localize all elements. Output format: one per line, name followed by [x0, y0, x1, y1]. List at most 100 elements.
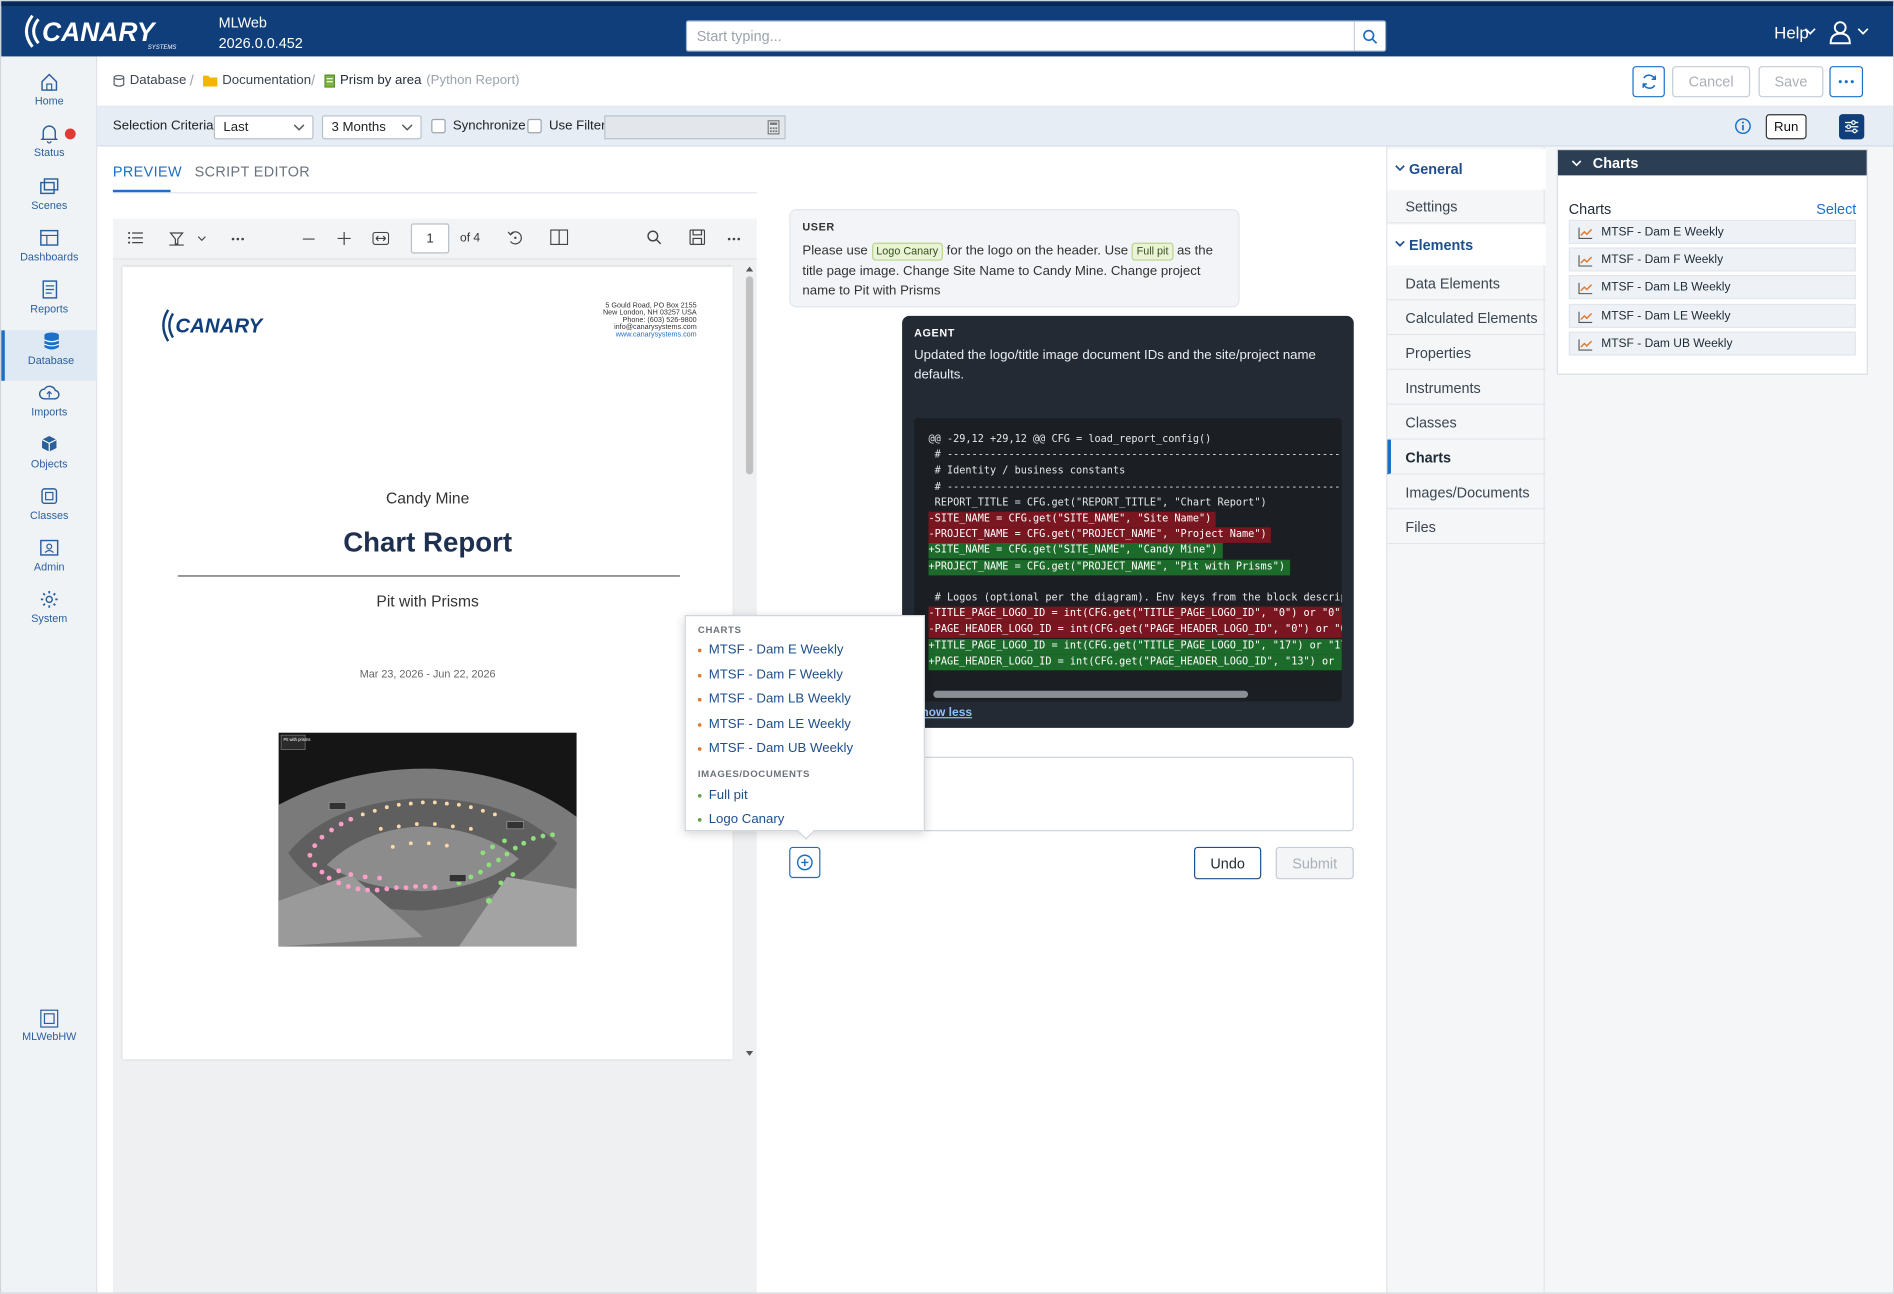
report-address: 5 Gould Road, PO Box 2155 New London, NH… [602, 302, 697, 339]
more-options-button[interactable] [1829, 66, 1864, 98]
cancel-button[interactable]: Cancel [1672, 66, 1751, 98]
popup-chart-item[interactable]: MTSF - Dam LE Weekly [697, 717, 851, 732]
chart-list-item[interactable]: MTSF - Dam F Weekly [1568, 247, 1856, 272]
reference-popup: CHARTS MTSF - Dam E Weekly MTSF - Dam F … [684, 615, 925, 832]
chevron-down-icon [401, 124, 413, 131]
criteria-mode-select[interactable]: Last [213, 115, 314, 140]
popup-chart-item[interactable]: MTSF - Dam E Weekly [697, 643, 844, 657]
search-button[interactable] [1353, 21, 1385, 51]
code-diff[interactable]: @@ -29,12 +29,12 @@ CFG = load_report_co… [914, 418, 1342, 702]
panel-item-properties[interactable]: Properties [1387, 335, 1546, 370]
synchronize-label: Synchronize [452, 118, 526, 134]
rotate-icon[interactable] [507, 229, 524, 246]
nav-item-system[interactable]: System [1, 589, 97, 639]
page-number-input[interactable]: 1 [410, 223, 450, 254]
code-scrollbar[interactable] [933, 690, 1249, 698]
submit-button[interactable]: Submit [1275, 846, 1354, 880]
search-input[interactable] [687, 21, 1355, 51]
chart-list-item[interactable]: MTSF - Dam LE Weekly [1568, 303, 1856, 328]
nav-item-database[interactable]: Database [1, 330, 98, 381]
nav-label: Reports [30, 302, 69, 315]
outline-icon[interactable] [127, 229, 144, 246]
nav-item-admin[interactable]: Admin [1, 537, 97, 587]
report-logo: CANARY [159, 305, 298, 352]
panel-item-images-documents[interactable]: Images/Documents [1387, 474, 1546, 510]
select-link[interactable]: Select [1816, 201, 1856, 218]
code-line: REPORT_TITLE = CFG.get("REPORT_TITLE", "… [928, 497, 1267, 510]
popup-chart-item[interactable]: MTSF - Dam F Weekly [697, 668, 843, 682]
preview-pane: PREVIEW SCRIPT EDITOR 1 of 4 CANARY 5 Go… [97, 146, 758, 1293]
info-icon[interactable] [1735, 118, 1752, 135]
popup-chart-item[interactable]: MTSF - Dam LB Weekly [697, 692, 851, 706]
chevron-down-icon[interactable] [1857, 28, 1869, 36]
save-button[interactable]: Save [1758, 66, 1824, 98]
popup-chart-item[interactable]: MTSF - Dam UB Weekly [697, 741, 853, 756]
breadcrumb-documentation[interactable]: Documentation [203, 73, 311, 88]
zoom-in-icon[interactable] [337, 231, 351, 246]
chart-list-item[interactable]: MTSF - Dam E Weekly [1568, 219, 1856, 244]
nav-item-home[interactable]: Home [1, 71, 97, 121]
more-horizontal-icon[interactable] [727, 237, 741, 242]
chart-list-item[interactable]: MTSF - Dam UB Weekly [1568, 331, 1856, 356]
status-alert-badge [64, 128, 76, 140]
nav-item-scenes[interactable]: Scenes [1, 175, 97, 225]
undo-button[interactable]: Undo [1193, 846, 1262, 880]
page-view-icon[interactable] [550, 229, 569, 246]
user-message: USER Please use Logo Canary for the logo… [789, 209, 1240, 308]
tag-full-pit[interactable]: Full pit [1131, 242, 1174, 261]
nav-item-objects[interactable]: Objects [1, 434, 97, 484]
nav-label: Imports [31, 406, 68, 419]
refresh-button[interactable] [1632, 66, 1665, 98]
panel-item-files[interactable]: Files [1387, 509, 1546, 545]
run-button[interactable]: Run [1765, 114, 1807, 140]
use-filter-checkbox[interactable] [527, 118, 542, 134]
pdf-viewer[interactable]: CANARY 5 Gould Road, PO Box 2155 New Lon… [112, 259, 757, 1293]
insert-reference-button[interactable] [789, 846, 821, 879]
panel-item-charts[interactable]: Charts [1387, 439, 1546, 475]
chevron-down-icon[interactable] [1804, 28, 1816, 36]
breadcrumb-database[interactable]: Database [113, 73, 186, 88]
panel-item-settings[interactable]: Settings [1387, 189, 1546, 224]
zoom-out-icon[interactable] [302, 238, 315, 240]
highlight-icon[interactable] [168, 229, 185, 246]
section-elements[interactable]: Elements [1387, 224, 1546, 266]
nav-item-dashboards[interactable]: Dashboards [1, 227, 97, 277]
user-icon[interactable] [1829, 20, 1851, 45]
popup-image-item[interactable]: Logo Canary [697, 812, 784, 826]
tag-logo-canary[interactable]: Logo Canary [871, 242, 943, 261]
report-title: Chart Report [343, 526, 513, 558]
chart-list-item[interactable]: MTSF - Dam LB Weekly [1568, 275, 1856, 300]
nav-item-reports[interactable]: Reports [1, 279, 97, 329]
nav-item-mlwebhw[interactable]: MLWebHW [1, 1009, 97, 1059]
settings-toggle-button[interactable] [1839, 114, 1865, 140]
nav-item-imports[interactable]: Imports [1, 382, 97, 432]
nav-label: Database [27, 354, 75, 367]
calculator-icon[interactable] [767, 120, 780, 135]
criteria-period-select[interactable]: 3 Months [321, 115, 422, 140]
panel-item-calculated-elements[interactable]: Calculated Elements [1387, 300, 1546, 336]
tab-preview[interactable]: PREVIEW [113, 163, 182, 180]
breadcrumb-report[interactable]: Prism by area (Python Report) [324, 73, 520, 88]
panel-item-instruments[interactable]: Instruments [1387, 370, 1546, 405]
section-general[interactable]: General [1387, 148, 1546, 190]
nav-item-classes[interactable]: Classes [1, 485, 97, 535]
show-less-link[interactable]: how less [921, 706, 972, 719]
save-icon[interactable] [689, 229, 706, 246]
chevron-down-icon [293, 124, 305, 131]
panel-item-data-elements[interactable]: Data Elements [1387, 265, 1546, 301]
more-horizontal-icon[interactable] [231, 237, 245, 242]
search-icon[interactable] [646, 229, 662, 245]
filter-input[interactable] [604, 115, 786, 140]
popup-image-item[interactable]: Full pit [697, 788, 748, 802]
nav-item-status[interactable]: Status [1, 123, 97, 173]
charts-panel-header[interactable]: Charts [1557, 150, 1867, 176]
fit-width-icon[interactable] [372, 231, 390, 246]
app-title: MLWeb [218, 14, 267, 32]
tab-script-editor[interactable]: SCRIPT EDITOR [195, 163, 310, 180]
synchronize-checkbox[interactable] [431, 118, 446, 134]
chevron-down-icon[interactable] [197, 235, 207, 242]
folder-icon [203, 75, 218, 87]
panel-item-classes[interactable]: Classes [1387, 405, 1546, 440]
canary-logo[interactable]: CANARY SYSTEMS [18, 8, 210, 54]
cube-icon [41, 436, 57, 452]
